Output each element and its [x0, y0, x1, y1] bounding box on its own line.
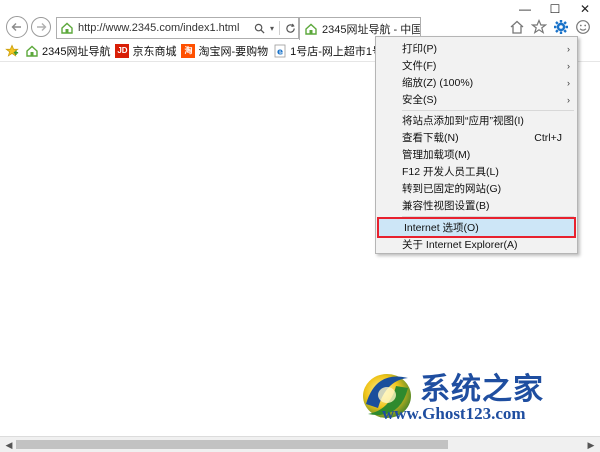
menu-item-label: 文件(F)	[402, 60, 437, 72]
favorite-jd[interactable]: JD 京东商城	[115, 43, 176, 59]
menu-item-internet-options[interactable]: Internet 选项(O)	[377, 217, 576, 238]
scroll-left-arrow-icon[interactable]: ◀	[2, 439, 16, 451]
smiley-feedback-button[interactable]	[574, 18, 592, 36]
menu-item-label: 缩放(Z) (100%)	[402, 77, 474, 89]
scroll-right-arrow-icon[interactable]: ▶	[584, 439, 598, 451]
address-bar[interactable]: http://www.2345.com/index1.html ▾	[56, 17, 299, 39]
submenu-arrow-icon: ›	[567, 94, 570, 105]
menu-item-label: 查看下载(N)	[402, 132, 459, 144]
search-icon[interactable]	[251, 20, 267, 36]
menu-item-label: 将站点添加到“应用”视图(I)	[402, 115, 524, 127]
favorite-2345[interactable]: 2345网址导航	[25, 43, 110, 59]
menu-item-file[interactable]: 文件(F) ›	[377, 57, 576, 74]
jd-icon: JD	[115, 43, 130, 58]
tab-title: 2345网址导航 - 中国最...	[322, 24, 420, 36]
forward-arrow-icon	[37, 23, 47, 31]
address-text[interactable]: http://www.2345.com/index1.html	[78, 22, 251, 34]
menu-item-label: 打印(P)	[402, 43, 437, 55]
back-arrow-icon	[11, 23, 21, 31]
maximize-icon: ☐	[549, 2, 561, 16]
maximize-button[interactable]: ☐	[540, 0, 570, 18]
favorites-button[interactable]	[530, 18, 548, 36]
tools-button[interactable]	[552, 18, 570, 36]
toolbar-icons	[508, 18, 592, 36]
submenu-arrow-icon: ›	[567, 60, 570, 71]
minimize-button[interactable]: —	[510, 0, 540, 18]
address-separator	[279, 21, 280, 35]
menu-item-about-ie[interactable]: 关于 Internet Explorer(A)	[377, 236, 576, 253]
submenu-arrow-icon: ›	[567, 43, 570, 54]
site-favicon-icon	[61, 22, 73, 34]
favorite-label: 2345网址导航	[42, 45, 111, 58]
scrollbar-thumb[interactable]	[16, 440, 448, 449]
favorite-label: 京东商城	[132, 45, 177, 58]
home-button[interactable]	[508, 18, 526, 36]
menu-item-label: F12 开发人员工具(L)	[402, 166, 499, 178]
minimize-icon: —	[519, 2, 531, 16]
menu-item-label: 转到已固定的网站(G)	[402, 183, 502, 195]
add-favorites-button[interactable]	[4, 43, 20, 59]
dropdown-chevron-icon[interactable]: ▾	[267, 20, 277, 36]
menu-item-manage-addons[interactable]: 管理加载项(M)	[377, 146, 576, 163]
taobao-icon: 淘	[181, 43, 196, 58]
refresh-icon[interactable]	[282, 20, 298, 36]
window-controls: — ☐ ✕	[510, 0, 600, 18]
svg-text:e: e	[277, 47, 283, 57]
menu-item-zoom[interactable]: 缩放(Z) (100%) ›	[377, 74, 576, 91]
tab-favicon-icon	[305, 23, 317, 35]
smiley-icon	[576, 20, 590, 34]
title-bar: http://www.2345.com/index1.html ▾ 2345网址…	[0, 0, 600, 40]
menu-item-label: 关于 Internet Explorer(A)	[402, 239, 518, 251]
ie-page-icon: e	[273, 44, 287, 58]
tools-menu: 打印(P) › 文件(F) › 缩放(Z) (100%) › 安全(S) › 将…	[375, 36, 578, 254]
favorites-star-icon	[5, 43, 19, 57]
menu-item-safety[interactable]: 安全(S) ›	[377, 91, 576, 108]
close-icon: ✕	[579, 2, 591, 16]
forward-button[interactable]	[31, 17, 51, 37]
favorite-taobao[interactable]: 淘 淘宝网-要购物	[181, 43, 268, 59]
watermark-url: www.Ghost123.com	[382, 404, 526, 423]
menu-separator	[402, 110, 574, 111]
back-button[interactable]	[6, 16, 28, 38]
menu-item-f12-tools[interactable]: F12 开发人员工具(L)	[377, 163, 576, 180]
home-icon	[25, 44, 39, 58]
menu-item-print[interactable]: 打印(P) ›	[377, 40, 576, 57]
menu-item-label: 管理加载项(M)	[402, 149, 471, 161]
watermark-title: 系统之家	[420, 372, 544, 407]
horizontal-scrollbar[interactable]: ◀ ▶	[0, 436, 600, 452]
submenu-arrow-icon: ›	[567, 77, 570, 88]
menu-item-label: Internet 选项(O)	[404, 222, 479, 234]
star-icon	[531, 19, 547, 35]
menu-item-compat-view[interactable]: 兼容性视图设置(B)	[377, 197, 576, 214]
menu-item-view-downloads[interactable]: 查看下载(N) Ctrl+J	[377, 129, 576, 146]
menu-shortcut: Ctrl+J	[534, 131, 562, 144]
menu-item-add-to-apps[interactable]: 将站点添加到“应用”视图(I)	[377, 112, 576, 129]
gear-icon	[554, 20, 568, 34]
home-icon	[510, 20, 524, 34]
favorite-label: 淘宝网-要购物	[198, 45, 269, 58]
watermark: 系统之家 www.Ghost123.com	[356, 362, 596, 432]
close-button[interactable]: ✕	[570, 0, 600, 18]
menu-item-pinned-sites[interactable]: 转到已固定的网站(G)	[377, 180, 576, 197]
menu-item-label: 兼容性视图设置(B)	[402, 200, 490, 212]
menu-item-label: 安全(S)	[402, 94, 437, 106]
